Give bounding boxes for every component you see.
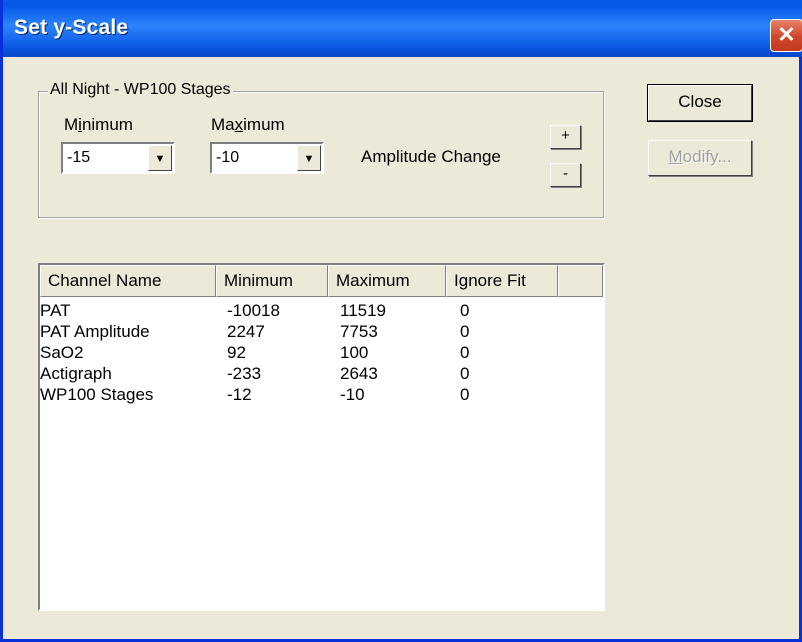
table-row[interactable]: PAT -10018 11519 0 [40,301,600,322]
cell-ignore-fit: 0 [460,301,470,320]
cell-channel-name: PAT Amplitude [40,322,150,341]
chevron-down-icon[interactable]: ▼ [297,145,321,171]
channel-list[interactable]: Channel Name Minimum Maximum Ignore Fit … [38,263,605,611]
cell-channel-name: PAT [40,301,71,320]
table-row[interactable]: WP100 Stages -12 -10 0 [40,385,600,406]
close-window-icon[interactable]: ✕ [770,19,802,52]
cell-ignore-fit: 0 [460,385,470,404]
column-header-ignore-fit[interactable]: Ignore Fit [446,265,558,297]
cell-channel-name: Actigraph [40,364,112,383]
cell-ignore-fit: 0 [460,322,470,341]
maximum-label: Maximum [211,115,285,134]
column-header-empty [558,265,603,297]
window-title: Set y-Scale [14,16,129,39]
list-header: Channel Name Minimum Maximum Ignore Fit [40,265,603,297]
column-header-maximum[interactable]: Maximum [328,265,446,297]
modify-button[interactable]: Modify... [648,140,752,176]
maximum-combobox[interactable]: -10 ▼ [210,142,324,174]
cell-maximum: -10 [340,385,365,404]
cell-ignore-fit: 0 [460,343,470,362]
amplitude-increase-button[interactable]: + [550,125,581,149]
maximum-value: -10 [216,149,240,166]
minimum-label: Minimum [64,115,133,134]
cell-minimum: -233 [227,364,262,383]
cell-maximum: 100 [340,343,369,362]
cell-minimum: 2247 [227,322,265,341]
amplitude-decrease-button[interactable]: - [550,163,581,187]
column-header-minimum[interactable]: Minimum [216,265,328,297]
cell-minimum: 92 [227,343,246,362]
chevron-down-icon[interactable]: ▼ [148,145,172,171]
cell-minimum: -12 [227,385,252,404]
group-legend: All Night - WP100 Stages [48,81,233,99]
table-row[interactable]: Actigraph -233 2643 0 [40,364,600,385]
cell-channel-name: SaO2 [40,343,84,362]
cell-channel-name: WP100 Stages [40,385,154,404]
table-row[interactable]: PAT Amplitude 2247 7753 0 [40,322,600,343]
column-header-channel-name[interactable]: Channel Name [40,265,216,297]
title-bar[interactable]: Set y-Scale ✕ [3,0,802,57]
cell-maximum: 2643 [340,364,378,383]
close-button[interactable]: Close [647,84,753,122]
minimum-value: -15 [67,149,91,166]
cell-minimum: -10018 [227,301,280,320]
table-row[interactable]: SaO2 92 100 0 [40,343,600,364]
minimum-combobox[interactable]: -15 ▼ [61,142,175,174]
set-y-scale-dialog: Set y-Scale ✕ All Night - WP100 Stages M… [0,0,802,642]
cell-maximum: 11519 [340,301,387,320]
cell-maximum: 7753 [340,322,378,341]
cell-ignore-fit: 0 [460,364,470,383]
amplitude-change-label: Amplitude Change [361,147,501,166]
